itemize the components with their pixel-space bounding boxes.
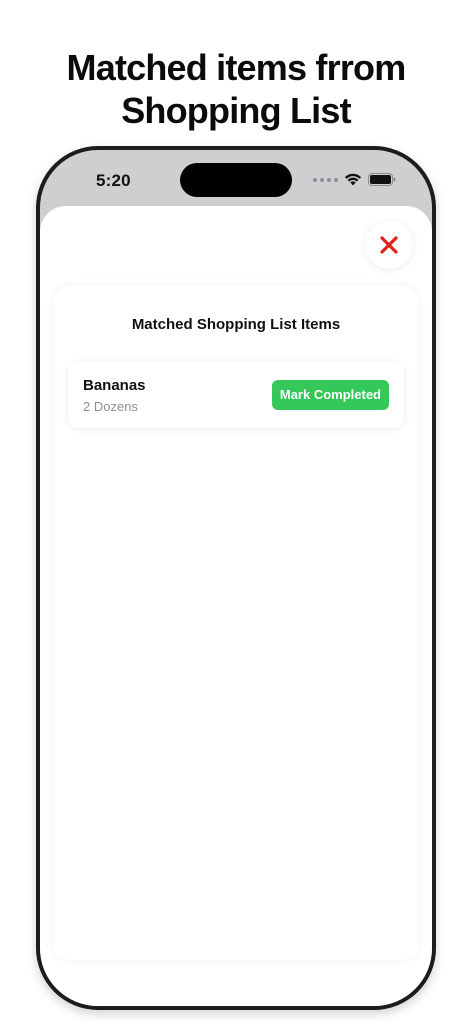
phone-screen: 5:20 Matched Shopping List Items Bananas… <box>40 150 432 1006</box>
wifi-icon <box>344 173 362 186</box>
headline-line-1: Matched items frrom <box>66 47 407 88</box>
phone-frame: 5:20 Matched Shopping List Items Bananas… <box>36 146 436 1010</box>
mark-completed-button[interactable]: Mark Completed <box>271 380 389 410</box>
matched-items-card: Matched Shopping List Items Bananas 2 Do… <box>54 286 418 960</box>
modal-sheet: Matched Shopping List Items Bananas 2 Do… <box>40 206 432 1006</box>
item-name: Bananas <box>83 377 146 394</box>
item-quantity: 2 Dozens <box>83 399 138 414</box>
dynamic-island <box>180 163 292 197</box>
app-screenshot: Matched items frrom Shopping List 5:20 M… <box>0 0 472 1024</box>
signal-dots-icon <box>313 177 338 182</box>
list-item: Bananas 2 Dozens Mark Completed <box>68 362 404 428</box>
promo-headline: Matched items frrom Shopping List <box>0 46 472 132</box>
status-icons <box>313 173 396 186</box>
close-x-icon <box>380 236 398 254</box>
headline-line-2: Shopping List <box>121 90 351 131</box>
card-title: Matched Shopping List Items <box>131 316 341 333</box>
status-time: 5:20 <box>96 171 131 190</box>
battery-icon <box>368 173 396 186</box>
close-button[interactable] <box>365 221 413 269</box>
